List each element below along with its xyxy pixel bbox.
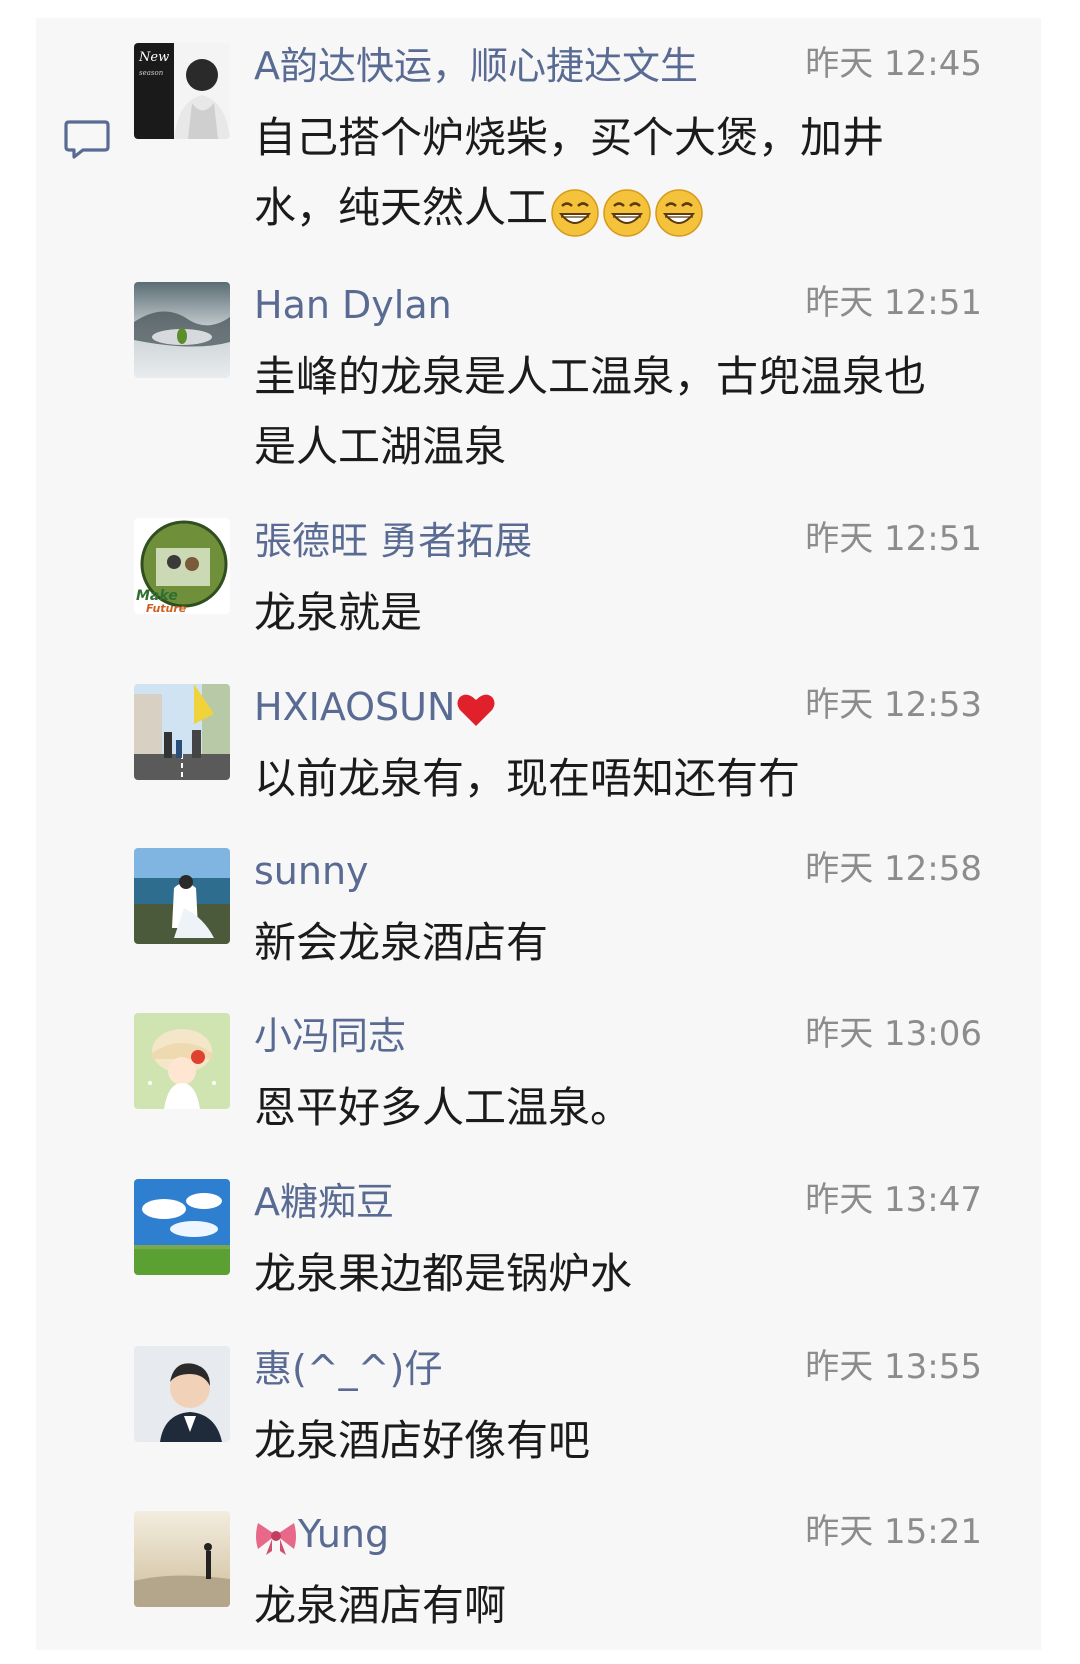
grinning-face-icon xyxy=(551,189,599,237)
comment-time: 昨天 12:58 xyxy=(805,849,982,889)
comment-author[interactable]: 小冯同志 xyxy=(254,1011,406,1061)
comment-time: 昨天 12:53 xyxy=(805,685,982,725)
avatar[interactable] xyxy=(134,282,230,378)
comment-text: 龙泉果边都是锅炉水 xyxy=(254,1249,633,1298)
comment-text: 恩平好多人工温泉。 xyxy=(254,1083,633,1132)
comment-text: 新会龙泉酒店有 xyxy=(254,918,549,967)
comment-time: 昨天 15:21 xyxy=(805,1512,982,1552)
comment-text: 自己搭个炉烧柴，买个大煲，加井 水，纯天然人工 xyxy=(254,103,994,246)
comment-time: 昨天 13:55 xyxy=(805,1347,982,1387)
comment-text: 龙泉酒店有啊 xyxy=(254,1581,507,1630)
svg-text:season: season xyxy=(139,69,164,77)
comment-author[interactable]: HXIAOSUN xyxy=(254,682,497,732)
comment-time: 昨天 12:51 xyxy=(805,519,982,559)
author-name-text: HXIAOSUN xyxy=(254,685,456,729)
ribbon-bow-icon xyxy=(256,1522,296,1555)
avatar[interactable] xyxy=(134,684,230,780)
comment-time: 昨天 12:51 xyxy=(805,283,982,323)
comment-author[interactable]: Han Dylan xyxy=(254,280,452,330)
avatar[interactable]: New season xyxy=(134,43,230,139)
svg-text:New: New xyxy=(138,50,169,65)
comment-time: 昨天 13:06 xyxy=(805,1014,982,1054)
grinning-face-icon xyxy=(603,189,651,237)
comment-bubble-icon[interactable] xyxy=(63,119,111,161)
avatar[interactable] xyxy=(134,1013,230,1109)
avatar[interactable] xyxy=(134,1179,230,1275)
comment-time: 昨天 12:45 xyxy=(805,44,982,84)
svg-text:Future: Future xyxy=(146,602,187,614)
avatar[interactable]: Make Future xyxy=(134,518,230,614)
comment-author[interactable]: sunny xyxy=(254,846,369,896)
comment-text: 以前龙泉有，现在唔知还有冇 xyxy=(254,754,801,803)
avatar[interactable] xyxy=(134,1511,230,1607)
comment-author[interactable]: 張德旺 勇者拓展 xyxy=(254,516,532,566)
author-name-text: Yung xyxy=(298,1512,390,1556)
avatar[interactable] xyxy=(134,848,230,944)
avatar[interactable] xyxy=(134,1346,230,1442)
comment-text: 龙泉酒店好像有吧 xyxy=(254,1416,591,1465)
comment-time: 昨天 13:47 xyxy=(805,1180,982,1220)
heart-icon xyxy=(457,694,495,726)
comment-text: 龙泉就是 xyxy=(254,588,423,637)
comment-author[interactable]: A糖痴豆 xyxy=(254,1177,394,1227)
comment-author[interactable]: 惠(^_^)仔 xyxy=(254,1344,442,1394)
emoji-group xyxy=(550,176,706,246)
comment-author[interactable]: Yung xyxy=(254,1509,389,1559)
grinning-face-icon xyxy=(655,189,703,237)
comment-text: 圭峰的龙泉是人工温泉，古兜温泉也 是人工湖温泉 xyxy=(254,352,927,471)
comment-author[interactable]: A韵达快运，顺心捷达文生 xyxy=(254,41,698,91)
